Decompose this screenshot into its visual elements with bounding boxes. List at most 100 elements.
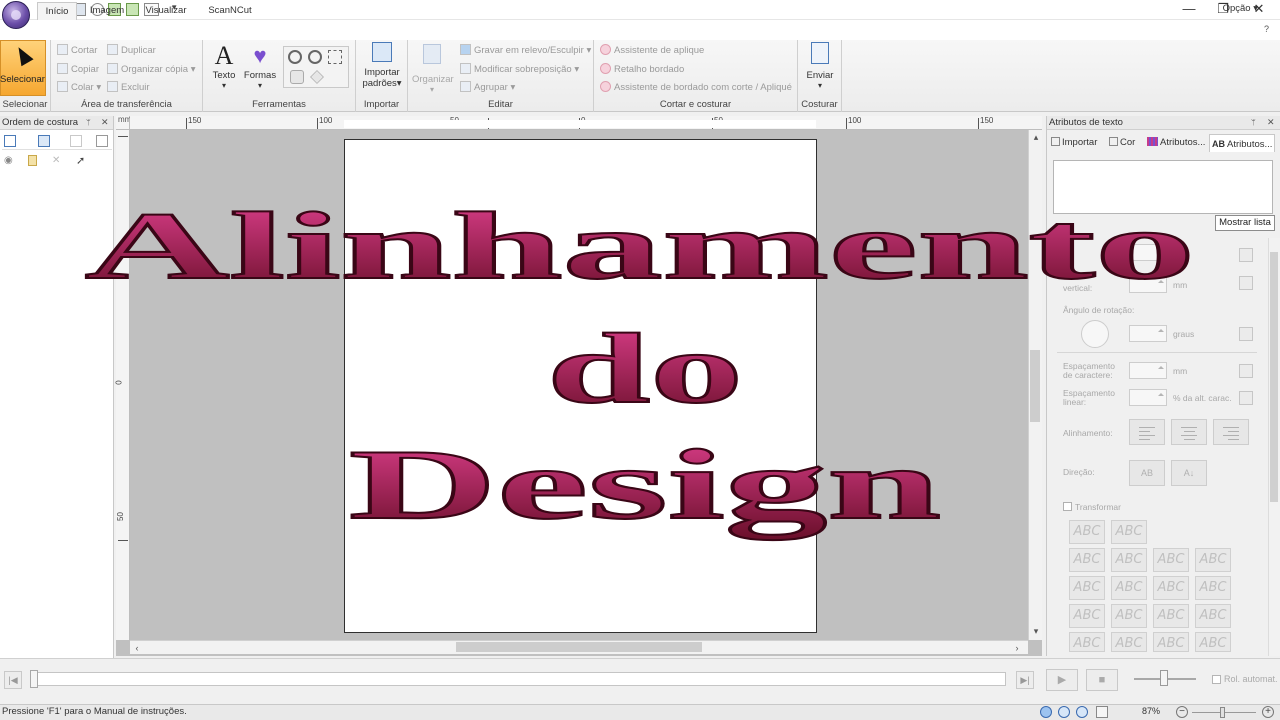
stitch-view-icon[interactable] [1058, 706, 1070, 718]
group-button[interactable]: Agrupar ▾ [460, 80, 515, 96]
transform-preset-12[interactable]: ABC [1111, 604, 1147, 628]
transform-preset-8[interactable]: ABC [1111, 576, 1147, 600]
skip-end-icon[interactable]: ▶| [1016, 671, 1034, 689]
direction-horizontal-button[interactable]: AB [1129, 460, 1165, 486]
align-left-button[interactable] [1129, 419, 1165, 445]
transform-preset-15[interactable]: ABC [1069, 632, 1105, 652]
embroidery-wizard-button[interactable]: Assistente de bordado com corte / Apliqu… [600, 80, 792, 96]
horizontal-spacing-stepper[interactable] [1129, 244, 1167, 261]
pin-icon[interactable]: ᛘ [86, 118, 91, 127]
zoom-slider-handle[interactable] [1220, 707, 1225, 718]
zoom-out-icon[interactable] [308, 50, 322, 64]
transform-preset-2[interactable]: ABC [1111, 520, 1147, 544]
stop-icon[interactable]: ■ [1086, 669, 1118, 691]
vertical-spacing-stepper[interactable] [1129, 276, 1167, 293]
organize-button[interactable]: Organizar ▾ [412, 44, 454, 94]
shapes-tool-button[interactable]: ♥ Formas ▾ [243, 42, 277, 90]
fit-view-icon[interactable] [4, 135, 16, 147]
zoom-plus-icon[interactable]: + [1262, 706, 1274, 718]
import-patterns-button[interactable]: Importar padrões▾ [360, 42, 404, 96]
play-icon[interactable]: ▶ [1046, 669, 1078, 691]
align-center-button[interactable] [1171, 419, 1207, 445]
lock-icon[interactable] [28, 155, 37, 166]
design-page[interactable] [344, 139, 817, 633]
paste-button[interactable]: Colar ▾ [57, 80, 101, 96]
reset-home-icon[interactable] [1239, 391, 1253, 405]
scroll-up-icon[interactable]: ▴ [1029, 130, 1043, 144]
delete-button[interactable]: Excluir [107, 80, 150, 96]
transform-preset-3[interactable]: ABC [1069, 548, 1105, 572]
help-icon[interactable]: ? [1264, 24, 1269, 34]
panel-close-icon[interactable]: ✕ [101, 117, 109, 128]
transform-preset-11[interactable]: ABC [1069, 604, 1105, 628]
grid-icon[interactable] [1096, 706, 1108, 718]
rotation-angle-stepper[interactable] [1129, 325, 1167, 342]
scroll-right-icon[interactable]: › [1010, 641, 1024, 655]
measure-icon[interactable] [310, 70, 324, 84]
char-spacing-stepper[interactable] [1129, 362, 1167, 379]
transform-preset-17[interactable]: ABC [1153, 632, 1189, 652]
tab-atributos-2[interactable]: AB Atributos... [1209, 134, 1276, 152]
order-view-icon[interactable] [38, 135, 50, 147]
pin-icon[interactable]: ᛘ [1251, 118, 1256, 127]
panel-close-icon[interactable]: ✕ [1267, 117, 1275, 128]
transform-preset-13[interactable]: ABC [1153, 604, 1189, 628]
patch-button[interactable]: Retalho bordado [600, 62, 684, 78]
pan-hand-icon[interactable] [290, 70, 304, 84]
frame-icon[interactable] [96, 135, 108, 147]
tab-inicio[interactable]: Início [37, 2, 77, 20]
line-spacing-stepper[interactable] [1129, 389, 1167, 406]
hide-icon[interactable]: ✕ [52, 155, 60, 166]
canvas-horizontal-scroll-thumb[interactable] [456, 642, 702, 652]
canvas-vertical-scroll-thumb[interactable] [1030, 350, 1040, 422]
scroll-left-icon[interactable]: ‹ [130, 641, 144, 655]
speed-slider-handle[interactable] [1160, 670, 1168, 686]
attributes-scroll-thumb[interactable] [1270, 252, 1278, 502]
skip-start-icon[interactable]: |◀ [4, 671, 22, 689]
color-order-icon[interactable] [70, 135, 82, 147]
modify-overlap-button[interactable]: Modificar sobreposição ▾ [460, 62, 579, 78]
view-mode-icon[interactable] [1040, 706, 1052, 718]
copy-button[interactable]: Copiar [57, 62, 99, 78]
transform-preset-10[interactable]: ABC [1195, 576, 1231, 600]
reset-home-icon[interactable] [1239, 364, 1253, 378]
zoom-minus-icon[interactable]: − [1176, 706, 1188, 718]
zoom-fit-icon[interactable] [328, 50, 342, 64]
select-button[interactable]: Selecionar [0, 40, 46, 96]
transform-preset-14[interactable]: ABC [1195, 604, 1231, 628]
transform-preset-4[interactable]: ABC [1111, 548, 1147, 572]
transform-checkbox[interactable] [1063, 502, 1072, 511]
pointer-icon[interactable]: ➚ [76, 154, 85, 167]
reset-home-icon[interactable] [1239, 276, 1253, 290]
reset-home-icon[interactable] [1239, 327, 1253, 341]
transform-preset-16[interactable]: ABC [1111, 632, 1147, 652]
tab-imagem[interactable]: Imagem [84, 2, 130, 20]
reset-home-icon[interactable] [1239, 248, 1253, 262]
tab-importar[interactable]: Importar [1051, 134, 1097, 152]
tab-visualizar[interactable]: Visualizar [140, 2, 192, 20]
tab-atributos-1[interactable]: Atributos... [1147, 134, 1205, 152]
application-menu-orb-icon[interactable] [2, 1, 30, 29]
emboss-button[interactable]: Gravar em relevo/Esculpir ▾ [460, 43, 591, 59]
show-list-button[interactable]: Mostrar lista [1215, 215, 1275, 231]
send-button[interactable]: Enviar ▾ [800, 42, 840, 96]
transform-preset-6[interactable]: ABC [1195, 548, 1231, 572]
cut-button[interactable]: Cortar [57, 43, 97, 59]
rotation-dial[interactable] [1081, 320, 1109, 348]
tab-cor[interactable]: Cor [1109, 134, 1135, 152]
stitch-progress-handle[interactable] [30, 670, 38, 688]
transform-preset-18[interactable]: ABC [1195, 632, 1231, 652]
options-menu[interactable]: Opção ▾ [1223, 3, 1258, 14]
eye-icon[interactable]: ◉ [4, 155, 13, 166]
auto-roll-checkbox[interactable] [1212, 675, 1221, 684]
minimize-button[interactable]: — [1172, 0, 1206, 20]
transform-preset-1[interactable]: ABC [1069, 520, 1105, 544]
direction-vertical-button[interactable]: A↓ [1171, 460, 1207, 486]
zoom-in-icon[interactable] [288, 50, 302, 64]
scroll-down-icon[interactable]: ▾ [1029, 624, 1043, 638]
text-tool-button[interactable]: A Texto ▾ [209, 42, 239, 91]
applique-wizard-button[interactable]: Assistente de aplique [600, 43, 704, 59]
duplicate-button[interactable]: Duplicar [107, 43, 156, 59]
arrange-copy-button[interactable]: Organizar cópia ▾ [107, 62, 195, 78]
tab-scanncut[interactable]: ScanNCut [202, 2, 258, 20]
